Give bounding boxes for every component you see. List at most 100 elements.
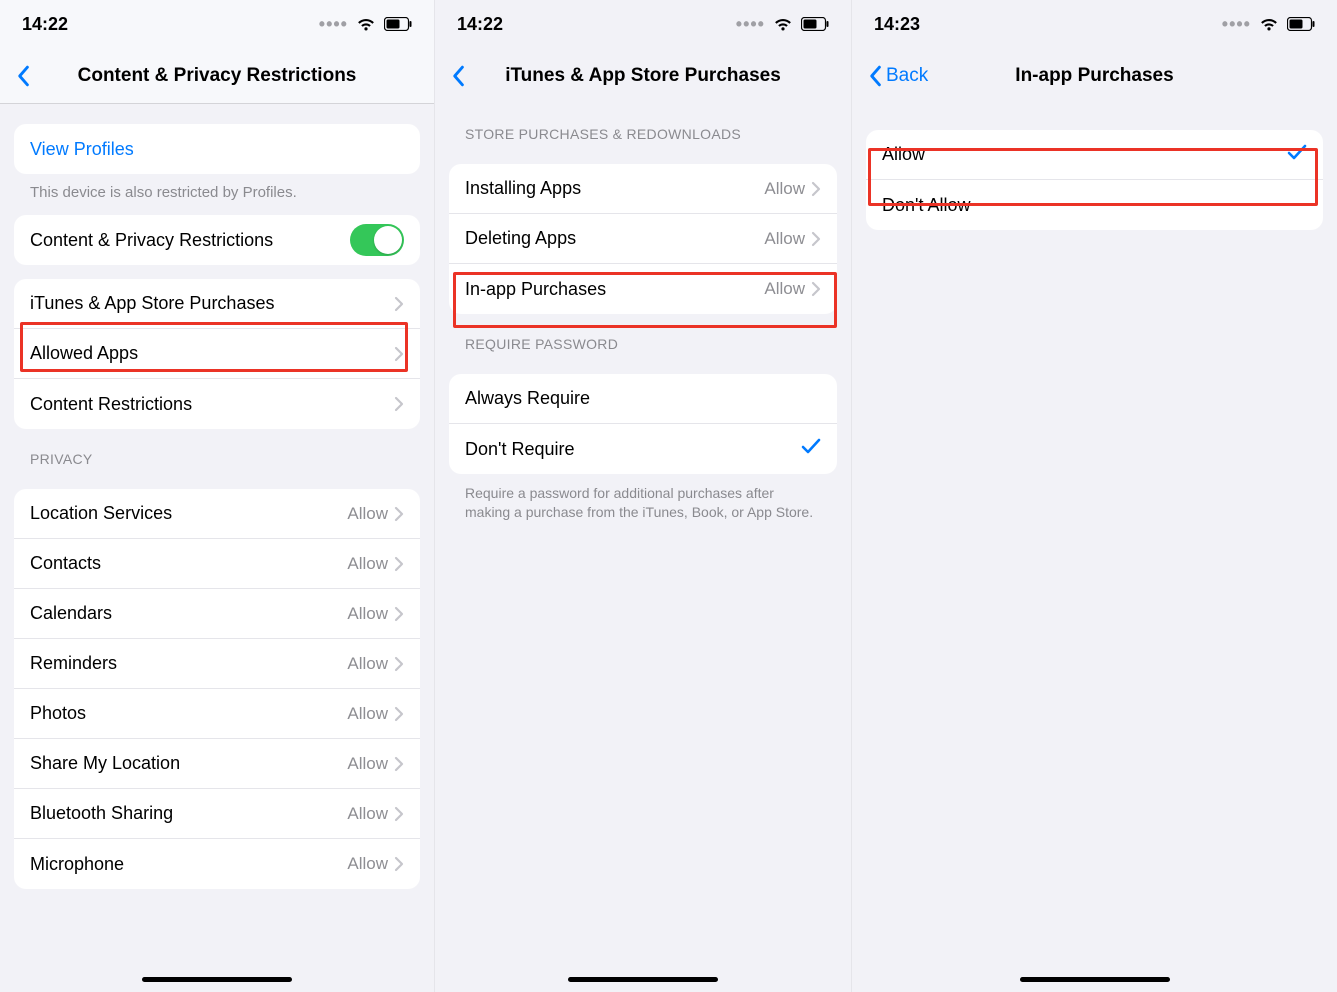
row-value: Allow: [347, 604, 388, 624]
privacy-row[interactable]: MicrophoneAllow: [14, 839, 420, 889]
privacy-row[interactable]: RemindersAllow: [14, 639, 420, 689]
chevron-right-icon: [811, 231, 821, 247]
back-button[interactable]: [445, 61, 471, 91]
privacy-row[interactable]: CalendarsAllow: [14, 589, 420, 639]
status-bar: 14:23 ••••: [852, 0, 1337, 48]
chevron-right-icon: [394, 706, 404, 722]
require-password-group: Always Require Don't Require: [449, 374, 837, 474]
wifi-icon: [1259, 17, 1279, 32]
row-value: Allow: [347, 654, 388, 674]
chevron-right-icon: [394, 396, 404, 412]
screen-inapp-purchases: 14:23 •••• Back In-app Purchases Allow Do…: [852, 0, 1337, 992]
inapp-option-row[interactable]: Allow: [866, 130, 1323, 180]
chevron-right-icon: [394, 806, 404, 822]
chevron-right-icon: [394, 556, 404, 572]
row-label: Don't Require: [465, 439, 801, 460]
chevron-right-icon: [811, 281, 821, 297]
row-label: iTunes & App Store Purchases: [30, 293, 394, 314]
row-label: In-app Purchases: [465, 279, 764, 300]
content-restrictions-row[interactable]: Content Restrictions: [14, 379, 420, 429]
row-label: Reminders: [30, 653, 347, 674]
battery-icon: [384, 17, 412, 31]
row-label: Content Restrictions: [30, 394, 394, 415]
nav-title: iTunes & App Store Purchases: [435, 65, 851, 87]
content-privacy-toggle[interactable]: [350, 224, 404, 256]
row-value: Allow: [764, 229, 805, 249]
store-section-header: STORE PURCHASES & REDOWNLOADS: [435, 104, 851, 150]
row-value: Allow: [347, 804, 388, 824]
chevron-right-icon: [811, 181, 821, 197]
cellular-icon: ••••: [1222, 14, 1251, 35]
row-label: Installing Apps: [465, 178, 764, 199]
status-time: 14:22: [22, 14, 68, 35]
view-profiles-label: View Profiles: [30, 139, 404, 160]
row-label: Microphone: [30, 854, 347, 875]
row-label: Don't Allow: [882, 195, 1307, 216]
store-item-row[interactable]: Installing AppsAllow: [449, 164, 837, 214]
row-value: Allow: [764, 279, 805, 299]
nav-bar: Content & Privacy Restrictions: [0, 48, 434, 104]
checkmark-icon: [1287, 142, 1307, 168]
inapp-options-group: Allow Don't Allow: [866, 130, 1323, 230]
row-label: Always Require: [465, 388, 821, 409]
chevron-right-icon: [394, 346, 404, 362]
back-button[interactable]: [10, 61, 36, 91]
allowed-apps-row[interactable]: Allowed Apps: [14, 329, 420, 379]
view-profiles-row[interactable]: View Profiles: [14, 124, 420, 174]
restrictions-group: iTunes & App Store Purchases Allowed App…: [14, 279, 420, 429]
privacy-row[interactable]: ContactsAllow: [14, 539, 420, 589]
row-label: Bluetooth Sharing: [30, 803, 347, 824]
row-label: Location Services: [30, 503, 347, 524]
back-button[interactable]: Back: [862, 61, 934, 91]
password-section-header: REQUIRE PASSWORD: [435, 314, 851, 360]
row-value: Allow: [347, 504, 388, 524]
chevron-right-icon: [394, 656, 404, 672]
password-option-row[interactable]: Always Require: [449, 374, 837, 424]
status-bar: 14:22 ••••: [435, 0, 851, 48]
row-label: Allow: [882, 144, 1287, 165]
store-item-row[interactable]: In-app PurchasesAllow: [449, 264, 837, 314]
inapp-option-row[interactable]: Don't Allow: [866, 180, 1323, 230]
back-label: Back: [886, 65, 928, 87]
cellular-icon: ••••: [736, 14, 765, 35]
row-label: Contacts: [30, 553, 347, 574]
privacy-group: Location ServicesAllowContactsAllowCalen…: [14, 489, 420, 889]
profiles-note: This device is also restricted by Profil…: [0, 174, 434, 201]
status-bar: 14:22 ••••: [0, 0, 434, 48]
password-option-row[interactable]: Don't Require: [449, 424, 837, 474]
row-label: Deleting Apps: [465, 228, 764, 249]
itunes-appstore-row[interactable]: iTunes & App Store Purchases: [14, 279, 420, 329]
screen-content-privacy: 14:22 •••• Content & Privacy Restriction…: [0, 0, 435, 992]
battery-icon: [1287, 17, 1315, 31]
screen-itunes-appstore: 14:22 •••• iTunes & App Store Purchases …: [435, 0, 852, 992]
row-label: Photos: [30, 703, 347, 724]
nav-bar: Back In-app Purchases: [852, 48, 1337, 104]
chevron-right-icon: [394, 756, 404, 772]
store-item-row[interactable]: Deleting AppsAllow: [449, 214, 837, 264]
chevron-right-icon: [394, 606, 404, 622]
home-indicator: [568, 977, 718, 982]
content-privacy-toggle-label: Content & Privacy Restrictions: [30, 230, 350, 251]
privacy-row[interactable]: Location ServicesAllow: [14, 489, 420, 539]
privacy-row[interactable]: Share My LocationAllow: [14, 739, 420, 789]
row-label: Calendars: [30, 603, 347, 624]
status-time: 14:23: [874, 14, 920, 35]
battery-icon: [801, 17, 829, 31]
privacy-section-header: PRIVACY: [0, 429, 434, 475]
row-value: Allow: [347, 704, 388, 724]
chevron-right-icon: [394, 506, 404, 522]
chevron-right-icon: [394, 856, 404, 872]
row-label: Allowed Apps: [30, 343, 394, 364]
status-time: 14:22: [457, 14, 503, 35]
privacy-row[interactable]: Bluetooth SharingAllow: [14, 789, 420, 839]
checkmark-icon: [801, 436, 821, 462]
chevron-right-icon: [394, 296, 404, 312]
row-label: Share My Location: [30, 753, 347, 774]
privacy-row[interactable]: PhotosAllow: [14, 689, 420, 739]
row-value: Allow: [347, 754, 388, 774]
nav-title: Content & Privacy Restrictions: [0, 65, 434, 87]
store-purchases-group: Installing AppsAllowDeleting AppsAllowIn…: [449, 164, 837, 314]
password-footer-note: Require a password for additional purcha…: [435, 474, 851, 522]
home-indicator: [1020, 977, 1170, 982]
content-privacy-toggle-row[interactable]: Content & Privacy Restrictions: [14, 215, 420, 265]
